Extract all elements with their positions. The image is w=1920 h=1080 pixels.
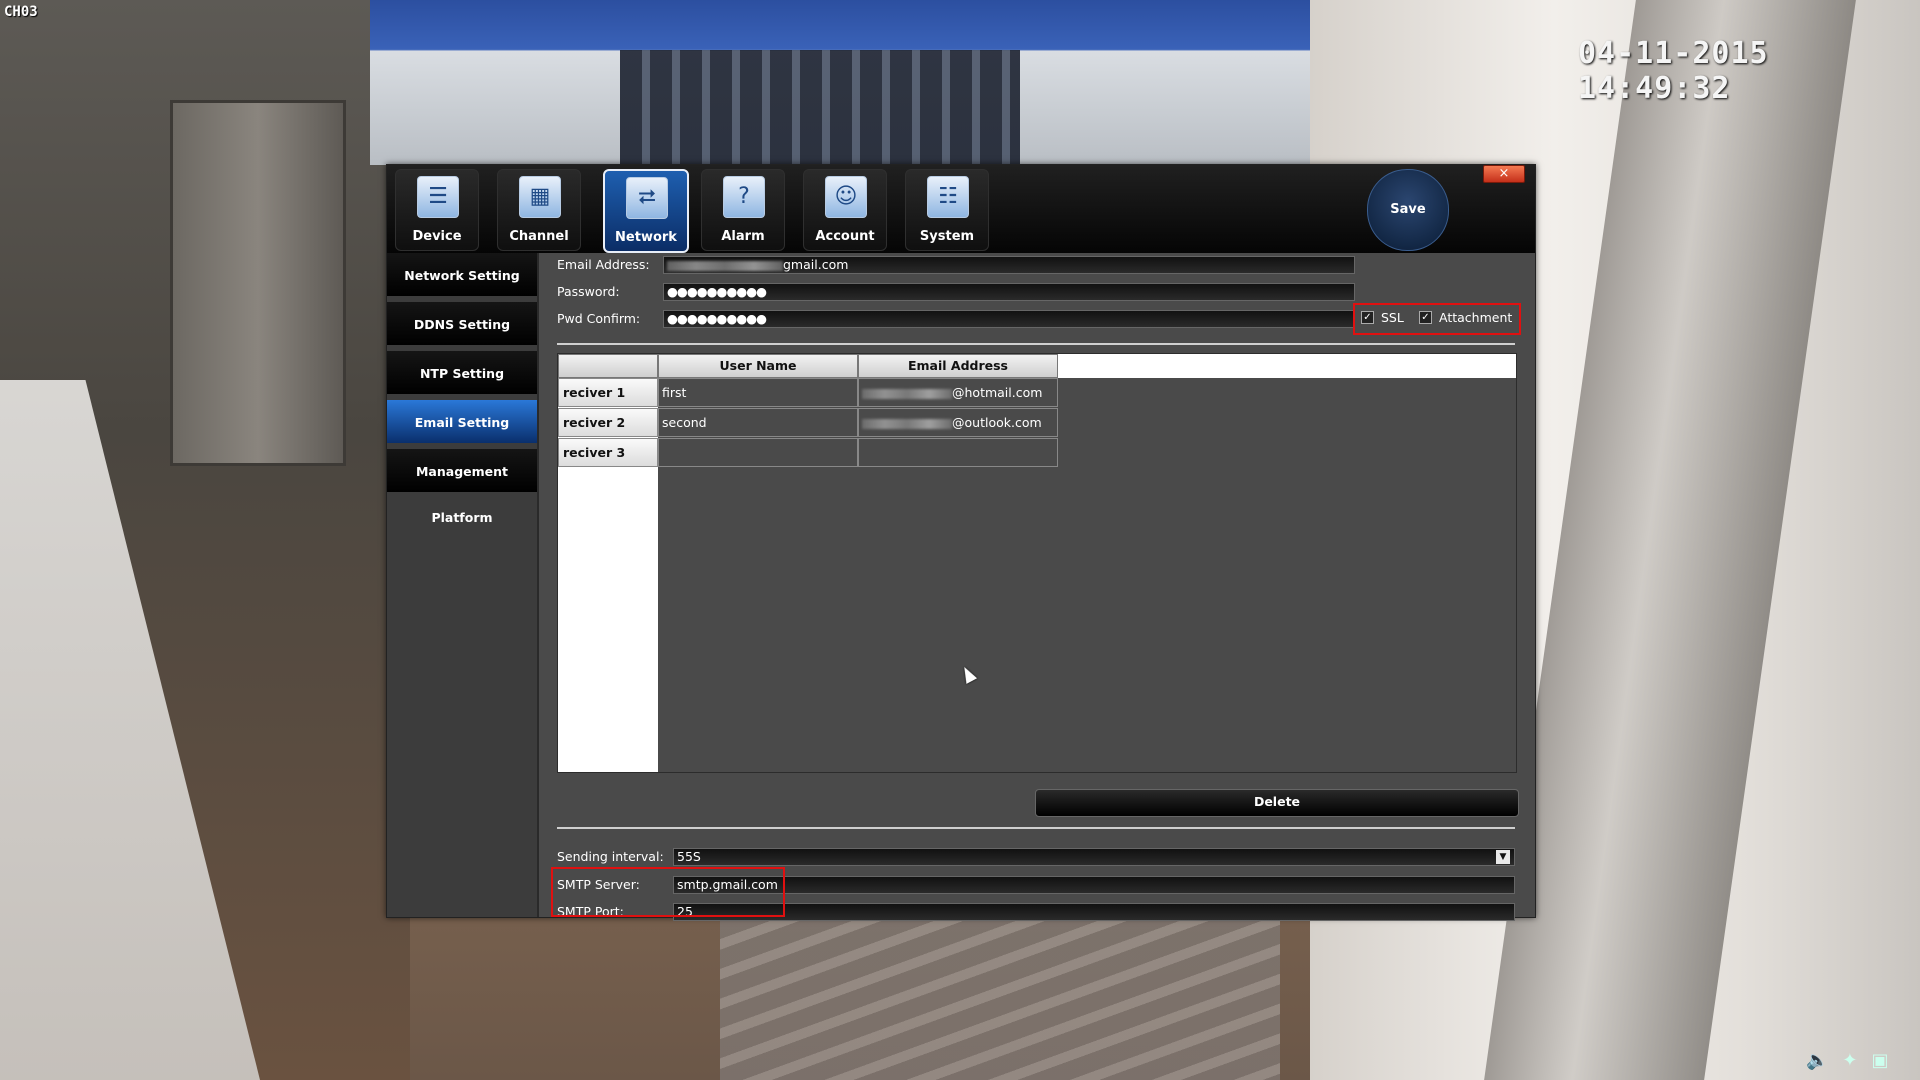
tab-network[interactable]: ⮂ Network — [603, 169, 689, 253]
smtp-port-field[interactable]: 25 — [673, 903, 1515, 921]
sidebar-item-ntp-setting[interactable]: NTP Setting — [387, 351, 537, 397]
divider — [557, 827, 1515, 829]
password-label: Password: — [557, 284, 620, 299]
network-status-icon[interactable]: ✦ — [1842, 1050, 1857, 1071]
network-icon: ⮂ — [626, 177, 668, 219]
tab-label: System — [919, 229, 975, 244]
redacted-text — [862, 418, 952, 429]
sending-interval-value: 55S — [677, 849, 701, 864]
divider — [557, 343, 1515, 345]
sidebar-item-email-setting[interactable]: Email Setting — [387, 400, 537, 446]
receivers-table: User Name Email Address reciver 1 first … — [557, 353, 1517, 773]
tab-channel[interactable]: ▦ Channel — [497, 169, 581, 251]
chevron-down-icon[interactable]: ▼ — [1496, 850, 1510, 864]
tab-label: Account — [815, 229, 875, 244]
attachment-checkbox[interactable]: ✓ — [1419, 311, 1432, 324]
pwd-confirm-label: Pwd Confirm: — [557, 311, 641, 326]
smtp-port-label: SMTP Port: — [557, 904, 624, 919]
device-icon: ☰ — [417, 176, 459, 218]
password-field[interactable]: ●●●●●●●●●● — [663, 283, 1355, 301]
table-cell-email[interactable] — [858, 438, 1058, 467]
tab-account[interactable]: ☺ Account — [803, 169, 887, 251]
tab-alarm[interactable]: ? Alarm — [701, 169, 785, 251]
alarm-icon: ? — [723, 176, 765, 218]
save-button[interactable]: Save — [1367, 169, 1449, 251]
table-cell-user[interactable]: second — [658, 408, 858, 437]
tab-label: Channel — [509, 229, 569, 244]
sending-interval-label: Sending interval: — [557, 849, 664, 864]
row-header[interactable]: reciver 2 — [558, 408, 658, 437]
sidebar-item-ddns-setting[interactable]: DDNS Setting — [387, 302, 537, 348]
tab-label: Network — [615, 230, 677, 245]
account-icon: ☺ — [825, 176, 867, 218]
sidebar-item-management-platform[interactable]: Management Platform — [387, 449, 537, 525]
sending-interval-select[interactable]: 55S ▼ — [673, 848, 1515, 866]
email-value: @hotmail.com — [952, 385, 1043, 400]
smtp-server-field[interactable]: smtp.gmail.com — [673, 876, 1515, 894]
attachment-label: Attachment — [1439, 310, 1513, 325]
sidebar-item-network-setting[interactable]: Network Setting — [387, 253, 537, 299]
email-address-value: gmail.com — [783, 257, 849, 272]
column-header-email-address: Email Address — [858, 354, 1058, 378]
tab-label: Alarm — [721, 229, 765, 244]
table-cell-user[interactable]: first — [658, 378, 858, 407]
dialog-toolbar: ☰ Device ▦ Channel ⮂ Network ? Alarm ☺ A… — [387, 165, 1535, 253]
redacted-text — [862, 388, 952, 399]
bg-elevator — [170, 100, 346, 466]
row-header[interactable]: reciver 1 — [558, 378, 658, 407]
table-cell-email[interactable]: @outlook.com — [858, 408, 1058, 437]
pwd-confirm-field[interactable]: ●●●●●●●●●● — [663, 310, 1355, 328]
table-cell-user[interactable] — [658, 438, 858, 467]
bg-rug — [720, 920, 1280, 1080]
options-group: ✓ SSL ✓ Attachment — [1361, 310, 1513, 327]
email-address-label: Email Address: — [557, 257, 650, 272]
ssl-label: SSL — [1381, 310, 1404, 325]
tab-system[interactable]: ☷ System — [905, 169, 989, 251]
email-settings-panel: Email Address: gmail.com Password: ●●●●●… — [539, 253, 1535, 921]
row-header[interactable]: reciver 3 — [558, 438, 658, 467]
camera-timestamp: 04-11-2015 14:49:32 — [1578, 36, 1769, 106]
email-value: @outlook.com — [952, 415, 1042, 430]
menu-icon[interactable]: ▣ — [1872, 1050, 1889, 1071]
corner-header — [558, 354, 658, 378]
settings-dialog: ☰ Device ▦ Channel ⮂ Network ? Alarm ☺ A… — [386, 164, 1536, 921]
settings-sidebar: Network Setting DDNS Setting NTP Setting… — [387, 253, 539, 917]
bg-product-rack — [620, 50, 1020, 165]
channel-label: CH03 — [4, 4, 38, 20]
table-cell-email[interactable]: @hotmail.com — [858, 378, 1058, 407]
system-icon: ☷ — [927, 176, 969, 218]
channel-icon: ▦ — [519, 176, 561, 218]
redacted-text — [667, 260, 783, 271]
smtp-server-label: SMTP Server: — [557, 877, 640, 892]
column-header-user-name: User Name — [658, 354, 858, 378]
tab-label: Device — [412, 229, 462, 244]
speaker-icon[interactable]: 🔈 — [1806, 1050, 1828, 1071]
ssl-checkbox[interactable]: ✓ — [1361, 311, 1374, 324]
tab-device[interactable]: ☰ Device — [395, 169, 479, 251]
close-button[interactable]: × — [1483, 165, 1525, 183]
email-address-field[interactable]: gmail.com — [663, 256, 1355, 274]
status-tray: 🔈 ✦ ▣ — [1806, 1050, 1889, 1071]
delete-button[interactable]: Delete — [1035, 789, 1519, 817]
